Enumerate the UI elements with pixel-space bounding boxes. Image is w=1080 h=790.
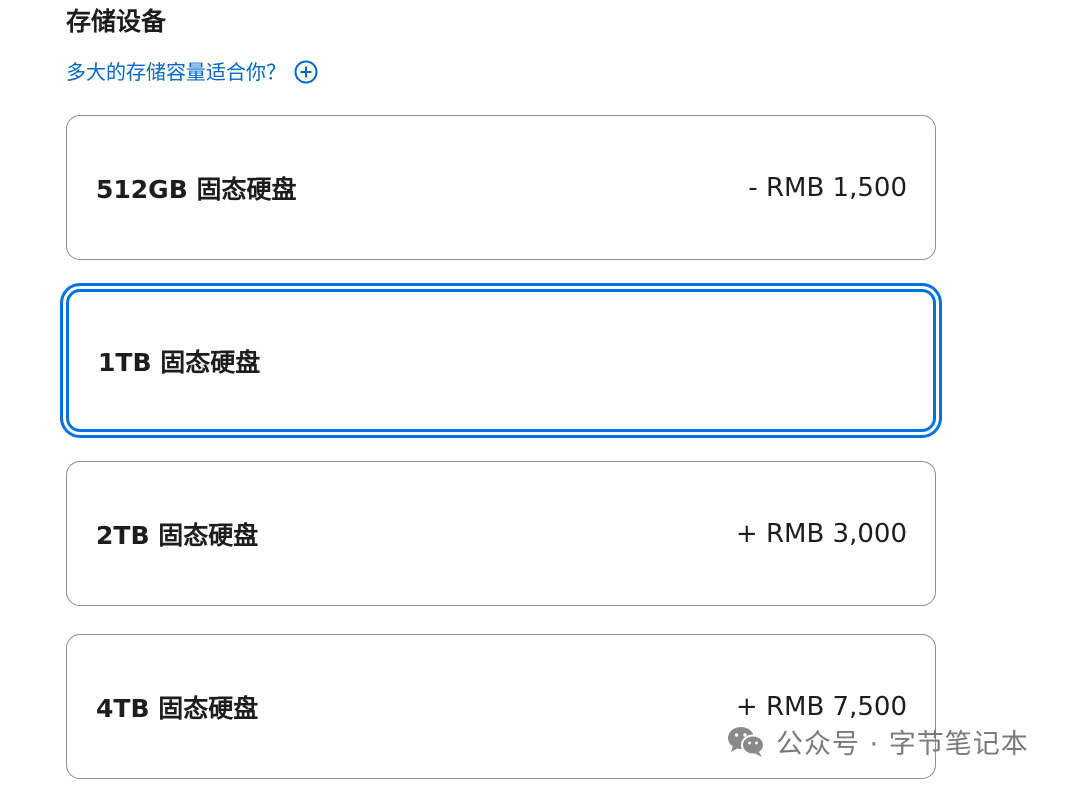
storage-option-2tb[interactable]: 2TB 固态硬盘 + RMB 3,000: [66, 461, 936, 606]
storage-option-1tb[interactable]: 1TB 固态硬盘: [66, 289, 936, 432]
watermark-text: 公众号 · 字节笔记本: [776, 729, 1029, 760]
plus-circle-icon: [294, 60, 318, 84]
watermark: 公众号 · 字节笔记本: [726, 722, 1029, 761]
section-title: 存储设备: [66, 7, 167, 36]
storage-option-price: + RMB 7,500: [735, 691, 907, 722]
storage-help-label: 多大的存储容量适合你？: [66, 60, 286, 84]
storage-option-name: 4TB 固态硬盘: [96, 693, 259, 723]
storage-option-512gb[interactable]: 512GB 固态硬盘 - RMB 1,500: [66, 115, 936, 260]
storage-option-price: - RMB 1,500: [748, 172, 907, 203]
storage-option-name: 512GB 固态硬盘: [96, 174, 297, 204]
storage-option-name: 1TB 固态硬盘: [98, 347, 261, 377]
wechat-icon: [726, 725, 766, 759]
storage-option-name: 2TB 固态硬盘: [96, 520, 259, 550]
storage-option-price: + RMB 3,000: [735, 518, 907, 549]
storage-help-link[interactable]: 多大的存储容量适合你？: [66, 57, 318, 87]
